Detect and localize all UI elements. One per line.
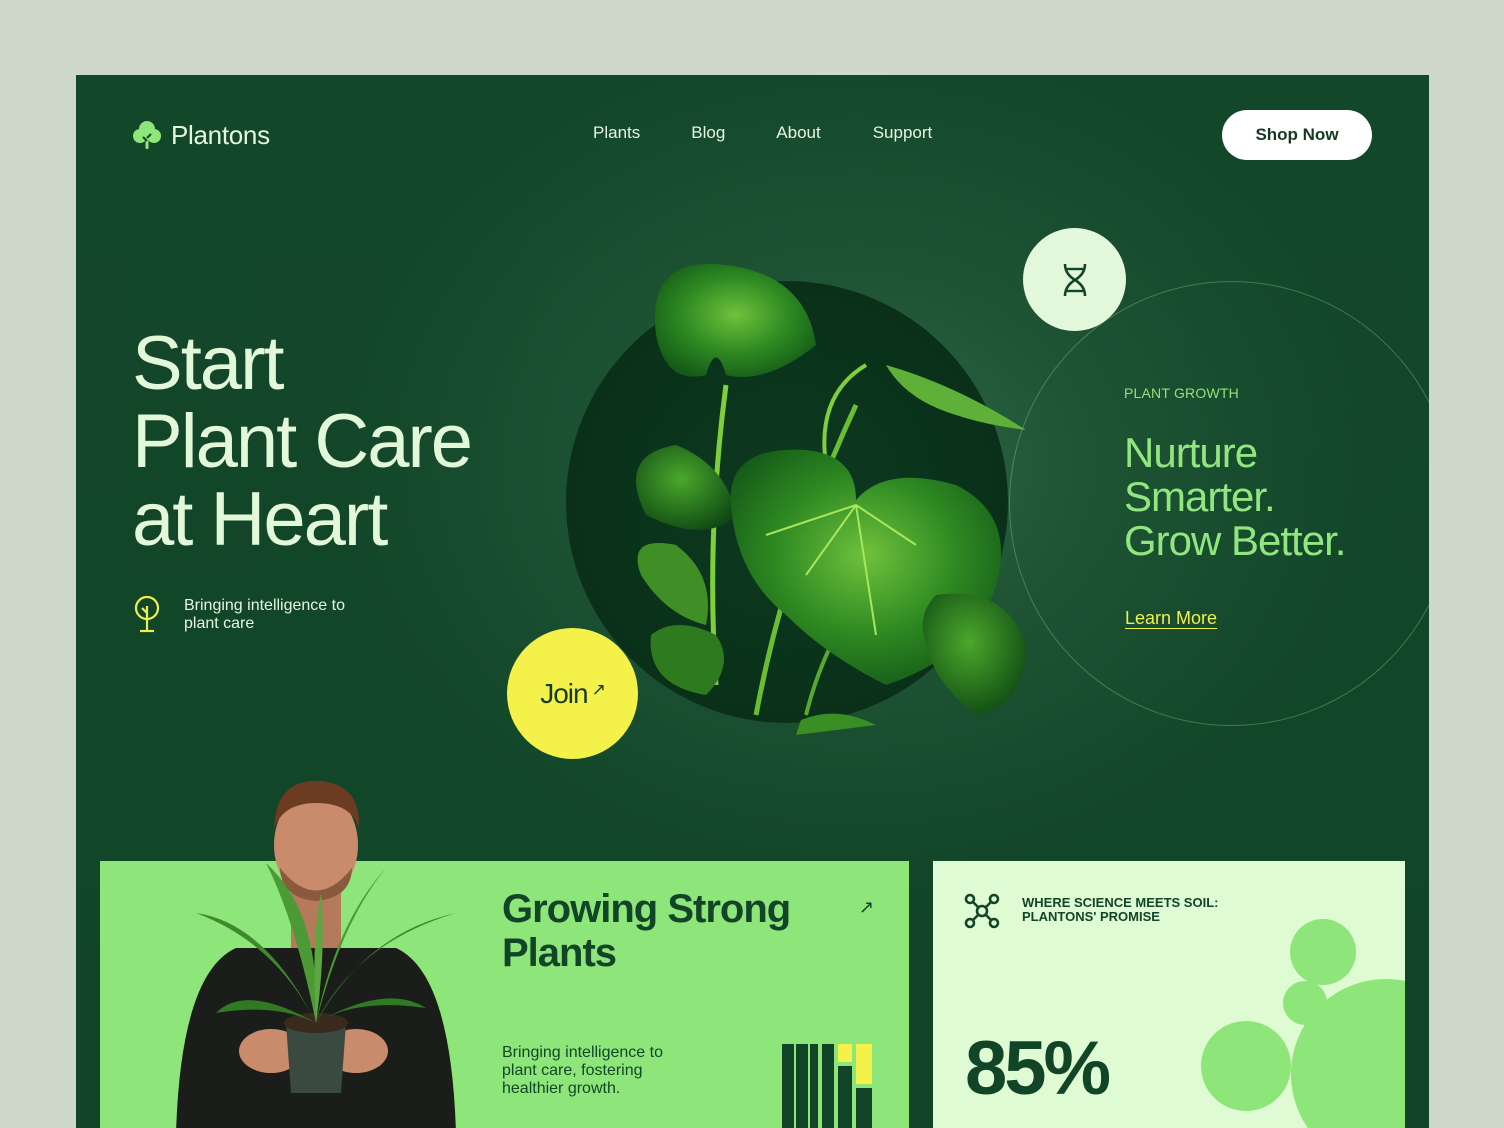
bars-graphic — [782, 1044, 872, 1128]
growth-title-line: Nurture — [1124, 429, 1258, 476]
nav-link-plants[interactable]: Plants — [593, 123, 640, 143]
science-stat: 85% — [965, 1026, 1111, 1111]
growth-title-line: Smarter. — [1124, 473, 1276, 520]
growth-title-line: Grow Better. — [1124, 517, 1346, 564]
hero-subtitle: Bringing intelligence to plant care — [184, 597, 345, 632]
learn-more-link[interactable]: Learn More — [1125, 608, 1217, 629]
science-card-title: WHERE SCIENCE MEETS SOIL: PLANTONS' PROM… — [1022, 896, 1262, 924]
sapling-icon — [134, 595, 160, 633]
molecule-icon — [964, 893, 1000, 929]
nav-link-support[interactable]: Support — [873, 123, 933, 143]
arrow-up-right-icon[interactable]: ↗ — [859, 897, 874, 918]
growth-kicker: PLANT GROWTH — [1124, 385, 1239, 401]
shop-now-button[interactable]: Shop Now — [1222, 110, 1372, 160]
hero-title: Start Plant Care at Heart — [132, 325, 552, 559]
page-frame: Plantons Plants Blog About Support Shop … — [76, 75, 1429, 1128]
dna-badge[interactable] — [1023, 228, 1126, 331]
nav-link-blog[interactable]: Blog — [691, 123, 725, 143]
growing-card-title: Growing Strong Plants — [502, 887, 822, 975]
join-button[interactable]: Join ↗ — [507, 628, 638, 759]
arrow-up-right-icon: ↗ — [591, 679, 606, 699]
dna-icon — [1063, 263, 1086, 296]
decorative-dot — [1290, 919, 1356, 985]
card-title-line: Growing Strong — [502, 887, 791, 931]
brand-name: Plantons — [171, 119, 270, 150]
join-label: Join — [540, 677, 588, 709]
person-with-plant-image — [176, 780, 456, 1128]
hero-subtitle-row: Bringing intelligence to plant care — [132, 595, 374, 633]
growing-card-description: Bringing intelligence to plant care, fos… — [502, 1044, 663, 1097]
nav-link-about[interactable]: About — [776, 123, 820, 143]
hero-title-line: at Heart — [132, 477, 388, 562]
card-title-line: Plants — [502, 931, 617, 975]
science-title-line: PLANTONS' PROMISE — [1022, 909, 1160, 924]
brand-logo[interactable]: Plantons — [131, 119, 270, 151]
tree-logo-icon — [133, 121, 161, 149]
hero-title-line: Plant Care — [132, 399, 473, 484]
main-nav: Plants Blog About Support — [593, 123, 932, 143]
decorative-dot — [1201, 1021, 1291, 1111]
science-title-line: WHERE SCIENCE MEETS SOIL: — [1022, 895, 1219, 910]
hero-title-line: Start — [132, 321, 285, 406]
growth-title: Nurture Smarter. Grow Better. — [1124, 431, 1404, 563]
